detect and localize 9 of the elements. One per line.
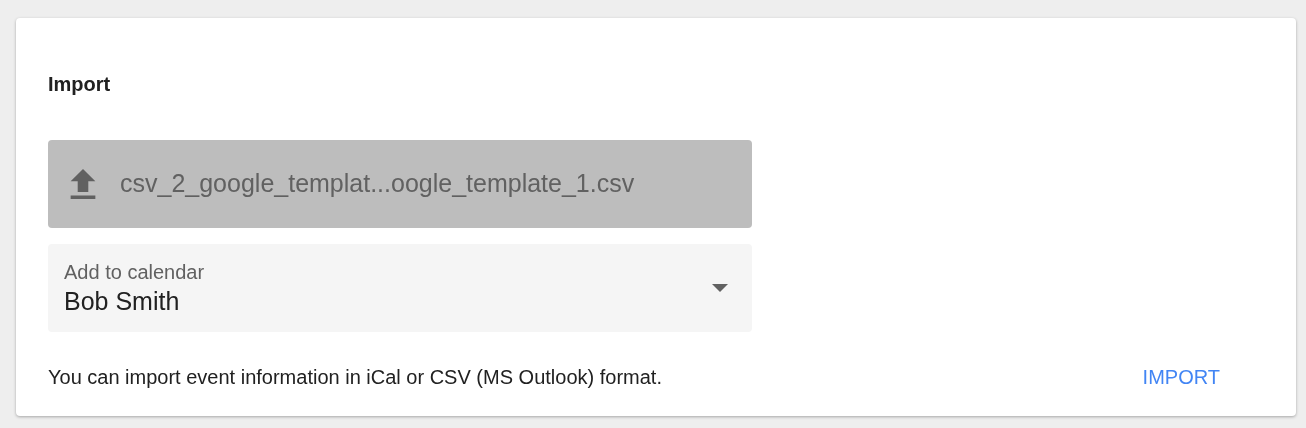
upload-icon (70, 169, 96, 199)
dropdown-value: Bob Smith (64, 286, 181, 317)
dropdown-label: Add to calendar (64, 260, 206, 285)
info-text: You can import event information in iCal or CSV (MS Outlook) format. (48, 365, 662, 390)
calendar-dropdown[interactable]: Add to calendar Bob Smith (48, 244, 752, 332)
file-upload-button[interactable]: csv_2_google_templat...oogle_template_1.csv (48, 140, 752, 228)
import-button[interactable]: IMPORT (1142, 362, 1220, 392)
card-title: Import (48, 72, 112, 97)
caret-icon (712, 284, 728, 292)
